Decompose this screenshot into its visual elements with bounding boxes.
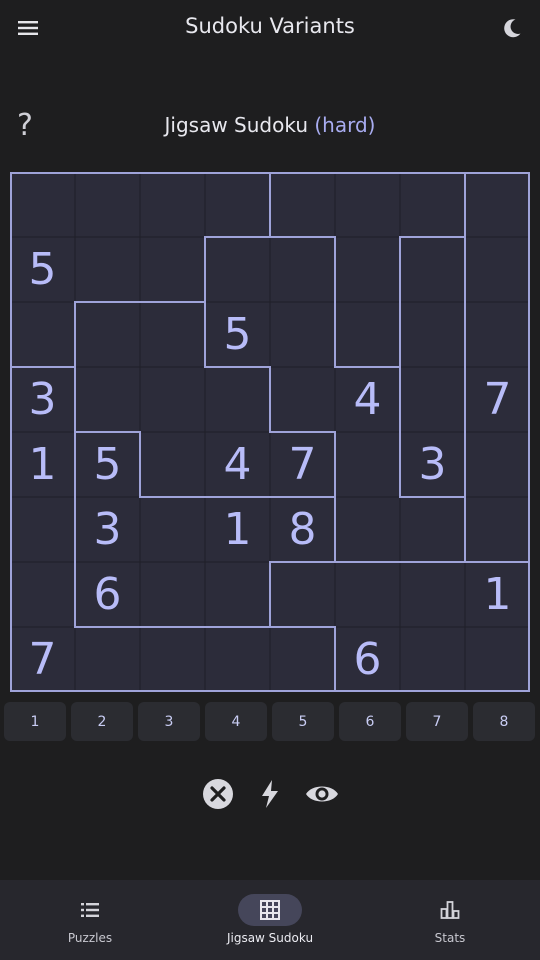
number-key-3[interactable]: 3	[138, 702, 200, 741]
board-cell[interactable]	[74, 301, 141, 368]
board-cell[interactable]	[139, 301, 206, 368]
board-cell[interactable]	[334, 626, 401, 692]
list-icon	[78, 899, 102, 921]
board-cell[interactable]	[204, 366, 271, 433]
board-cell[interactable]	[334, 496, 401, 563]
board-cell[interactable]	[334, 236, 401, 303]
board-cell[interactable]	[399, 431, 466, 498]
board-cell[interactable]	[139, 431, 206, 498]
eye-icon[interactable]	[304, 776, 340, 812]
board-cell[interactable]	[464, 236, 530, 303]
board-cell[interactable]	[269, 626, 336, 692]
board-cell[interactable]	[74, 431, 141, 498]
board-cell[interactable]	[204, 301, 271, 368]
action-bar	[0, 776, 540, 816]
board-cell[interactable]	[74, 496, 141, 563]
board-cell[interactable]	[74, 626, 141, 692]
board-cell[interactable]	[464, 172, 530, 238]
number-key-5[interactable]: 5	[272, 702, 334, 741]
bar-chart-icon	[438, 899, 462, 921]
board-cell[interactable]	[204, 172, 271, 238]
grid-icon	[258, 899, 282, 921]
board-cell[interactable]	[269, 561, 336, 628]
board-cell[interactable]	[74, 561, 141, 628]
number-key-1[interactable]: 1	[4, 702, 66, 741]
sudoku-board: 55347154733186176	[10, 172, 530, 692]
board-cell[interactable]	[74, 172, 141, 238]
board-cell[interactable]	[399, 496, 466, 563]
board-cell[interactable]	[10, 366, 76, 433]
board-cell[interactable]	[10, 561, 76, 628]
board-cell[interactable]	[464, 301, 530, 368]
board-cell[interactable]	[399, 561, 466, 628]
board-cell[interactable]	[74, 236, 141, 303]
board-cell[interactable]	[74, 366, 141, 433]
board-cell[interactable]	[464, 626, 530, 692]
board-cell[interactable]	[10, 431, 76, 498]
nav-label-stats: Stats	[434, 931, 466, 945]
board-cell[interactable]	[269, 496, 336, 563]
number-key-2[interactable]: 2	[71, 702, 133, 741]
board-cell[interactable]	[334, 366, 401, 433]
board-cell[interactable]	[139, 236, 206, 303]
board-cell[interactable]	[139, 626, 206, 692]
bottom-navigation: Puzzles Jigsaw Sudoku Stats	[0, 880, 540, 960]
board-grid	[10, 172, 530, 692]
board-cell[interactable]	[399, 172, 466, 238]
board-cell[interactable]	[204, 496, 271, 563]
board-cell[interactable]	[10, 496, 76, 563]
board-cell[interactable]	[334, 301, 401, 368]
number-key-8[interactable]: 8	[473, 702, 535, 741]
board-cell[interactable]	[334, 561, 401, 628]
board-cell[interactable]	[10, 236, 76, 303]
puzzle-title: Jigsaw Sudoku (hard)	[0, 113, 540, 137]
board-cell[interactable]	[139, 561, 206, 628]
board-cell[interactable]	[269, 172, 336, 238]
number-key-7[interactable]: 7	[406, 702, 468, 741]
dark-mode-moon-icon[interactable]	[498, 14, 526, 42]
clear-x-circle-icon[interactable]	[200, 776, 236, 812]
board-cell[interactable]	[269, 366, 336, 433]
number-pad: 12345678	[4, 702, 536, 742]
puzzle-name: Jigsaw Sudoku	[164, 113, 309, 137]
lightning-bolt-icon[interactable]	[252, 776, 288, 812]
board-cell[interactable]	[464, 561, 530, 628]
board-cell[interactable]	[10, 172, 76, 238]
board-cell[interactable]	[334, 431, 401, 498]
board-cell[interactable]	[139, 496, 206, 563]
board-cell[interactable]	[204, 431, 271, 498]
board-cell[interactable]	[399, 236, 466, 303]
board-cell[interactable]	[204, 561, 271, 628]
board-cell[interactable]	[464, 496, 530, 563]
top-app-bar: Sudoku Variants	[0, 0, 540, 56]
board-cell[interactable]	[269, 301, 336, 368]
number-key-6[interactable]: 6	[339, 702, 401, 741]
board-cell[interactable]	[139, 366, 206, 433]
puzzle-difficulty: (hard)	[314, 113, 376, 137]
board-cell[interactable]	[139, 172, 206, 238]
board-cell[interactable]	[10, 626, 76, 692]
number-key-4[interactable]: 4	[205, 702, 267, 741]
board-cell[interactable]	[10, 301, 76, 368]
board-cell[interactable]	[269, 236, 336, 303]
nav-label-puzzles: Puzzles	[67, 931, 113, 945]
board-cell[interactable]	[269, 431, 336, 498]
board-cell[interactable]	[399, 301, 466, 368]
nav-item-jigsaw-sudoku[interactable]: Jigsaw Sudoku	[180, 880, 360, 960]
app-title: Sudoku Variants	[185, 14, 355, 38]
board-cell[interactable]	[464, 431, 530, 498]
board-cell[interactable]	[204, 236, 271, 303]
board-cell[interactable]	[334, 172, 401, 238]
board-cell[interactable]	[464, 366, 530, 433]
nav-item-stats[interactable]: Stats	[360, 880, 540, 960]
board-cell[interactable]	[399, 626, 466, 692]
board-cell[interactable]	[399, 366, 466, 433]
board-cell[interactable]	[204, 626, 271, 692]
nav-label-jigsaw-sudoku: Jigsaw Sudoku	[226, 931, 314, 945]
nav-item-puzzles[interactable]: Puzzles	[0, 880, 180, 960]
